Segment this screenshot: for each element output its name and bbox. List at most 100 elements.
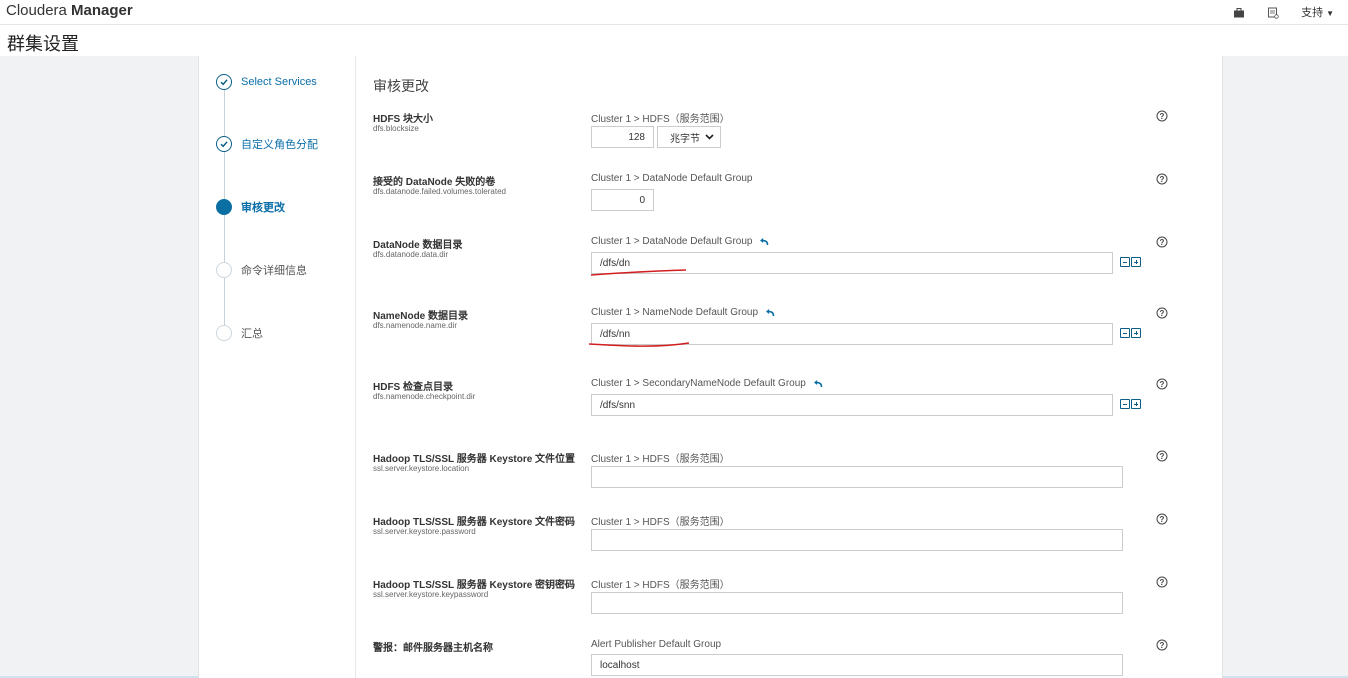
property-scope: Cluster 1 > HDFS（服务范围）: [591, 450, 730, 465]
property-key: ssl.server.keystore.keypassword: [373, 590, 489, 599]
scope-label: Cluster 1 > DataNode Default Group: [591, 173, 753, 184]
undo-arrow-icon[interactable]: [765, 308, 775, 318]
step-label: 自定义角色分配: [241, 139, 318, 151]
svg-text:?: ?: [1160, 641, 1165, 650]
help-circle-icon[interactable]: ?: [1156, 639, 1168, 651]
scope-label: Cluster 1 > HDFS（服务范围）: [591, 454, 730, 465]
caret-down-icon: ▼: [1326, 9, 1334, 18]
scope-label: Cluster 1 > DataNode Default Group: [591, 236, 753, 247]
brand-bold: Manager: [71, 2, 133, 19]
add-value-button[interactable]: [1131, 257, 1141, 267]
section-title: 审核更改: [373, 78, 429, 94]
help-circle-icon[interactable]: ?: [1156, 378, 1168, 390]
svg-text:?: ?: [1160, 309, 1165, 318]
app-logo[interactable]: Cloudera Manager: [6, 2, 133, 19]
minus-plus-icon: [1120, 257, 1141, 267]
red-underline-annotation: [590, 269, 687, 276]
property-scope: Cluster 1 > HDFS（服务范围）: [591, 513, 730, 528]
minus-plus-icon: [1120, 328, 1141, 338]
property-key: dfs.blocksize: [373, 124, 419, 133]
add-value-button[interactable]: [1131, 328, 1141, 338]
property-key: ssl.server.keystore.password: [373, 527, 476, 536]
checkpoint-dir-input[interactable]: /dfs/snn: [591, 394, 1113, 416]
svg-text:?: ?: [1160, 112, 1165, 121]
undo-arrow-icon[interactable]: [759, 237, 769, 247]
svg-text:?: ?: [1160, 452, 1165, 461]
empty-circle-icon: [216, 325, 232, 341]
help-circle-icon[interactable]: ?: [1156, 307, 1168, 319]
step-label: Select Services: [241, 76, 317, 88]
property-key: dfs.datanode.failed.volumes.tolerated: [373, 187, 506, 196]
property-title: Hadoop TLS/SSL 服务器 Keystore 文件密码: [373, 517, 576, 528]
user-notes-icon[interactable]: [1267, 6, 1279, 19]
help-circle-icon[interactable]: ?: [1156, 576, 1168, 588]
briefcase-icon[interactable]: [1233, 6, 1245, 18]
help-circle-icon[interactable]: ?: [1156, 450, 1168, 462]
mail-host-input[interactable]: localhost: [591, 654, 1123, 676]
property-title: 接受的 DataNode 失败的卷: [373, 177, 496, 188]
empty-circle-icon: [216, 262, 232, 278]
support-menu[interactable]: 支持 ▼: [1301, 4, 1334, 20]
add-value-button[interactable]: [1131, 399, 1141, 409]
page-title: 群集设置: [7, 34, 79, 54]
property-key: dfs.datanode.data.dir: [373, 250, 449, 259]
property-title: HDFS 块大小: [373, 114, 433, 125]
property-scope: Cluster 1 > DataNode Default Group: [591, 173, 752, 184]
svg-text:?: ?: [1160, 380, 1165, 389]
help-circle-icon[interactable]: ?: [1156, 513, 1168, 525]
scope-label: Alert Publisher Default Group: [591, 639, 722, 650]
help-circle-icon[interactable]: ?: [1156, 173, 1168, 185]
property-scope: Cluster 1 > DataNode Default Group: [591, 236, 769, 247]
keystore-password-input[interactable]: [591, 529, 1123, 551]
undo-arrow-icon[interactable]: [813, 379, 823, 389]
property-title: 警报：邮件服务器主机名称: [373, 643, 493, 654]
brand-light: Cloudera: [6, 2, 67, 19]
check-circle-icon: [216, 74, 232, 90]
keystore-location-input[interactable]: [591, 466, 1123, 488]
property-scope: Cluster 1 > HDFS（服务范围）: [591, 110, 730, 125]
property-scope: Alert Publisher Default Group: [591, 639, 721, 650]
step-role-assignment[interactable]: 自定义角色分配: [216, 136, 318, 152]
scope-label: Cluster 1 > HDFS（服务范围）: [591, 114, 730, 125]
property-title: HDFS 检查点目录: [373, 382, 453, 393]
step-summary: 汇总: [216, 325, 263, 341]
property-scope: Cluster 1 > SecondaryNameNode Default Gr…: [591, 378, 823, 389]
scope-label: Cluster 1 > HDFS（服务范围）: [591, 517, 730, 528]
remove-value-button[interactable]: [1120, 399, 1130, 409]
wizard-panel: Select Services 自定义角色分配 审核更改 命令详细信息 汇总 审…: [198, 56, 1223, 678]
property-scope: Cluster 1 > NameNode Default Group: [591, 307, 775, 318]
keystore-keypassword-input[interactable]: [591, 592, 1123, 614]
minus-plus-icon: [1120, 399, 1141, 409]
property-title: Hadoop TLS/SSL 服务器 Keystore 文件位置: [373, 454, 576, 465]
step-label: 命令详细信息: [241, 265, 307, 277]
current-step-dot-icon: [216, 199, 232, 215]
blocksize-unit-select[interactable]: 兆字节: [657, 126, 721, 148]
svg-text:?: ?: [1160, 515, 1165, 524]
top-bar: Cloudera Manager 支持 ▼: [0, 0, 1348, 25]
blocksize-input[interactable]: 128: [591, 126, 654, 148]
support-label: 支持: [1301, 7, 1324, 19]
step-command-details: 命令详细信息: [216, 262, 307, 278]
step-review-changes[interactable]: 审核更改: [216, 199, 285, 215]
step-select-services[interactable]: Select Services: [216, 74, 317, 90]
property-title: Hadoop TLS/SSL 服务器 Keystore 密钥密码: [373, 580, 576, 591]
unit-value: 兆字节: [670, 133, 700, 145]
remove-value-button[interactable]: [1120, 257, 1130, 267]
property-title: DataNode 数据目录: [373, 240, 463, 251]
remove-value-button[interactable]: [1120, 328, 1130, 338]
property-title: NameNode 数据目录: [373, 311, 469, 322]
scope-label: Cluster 1 > NameNode Default Group: [591, 307, 759, 318]
property-scope: Cluster 1 > HDFS（服务范围）: [591, 576, 730, 591]
top-right-nav: 支持 ▼: [1233, 4, 1334, 20]
failed-volumes-input[interactable]: 0: [591, 189, 654, 211]
scope-label: Cluster 1 > HDFS（服务范围）: [591, 580, 730, 591]
svg-text:?: ?: [1160, 175, 1165, 184]
help-circle-icon[interactable]: ?: [1156, 236, 1168, 248]
red-underline-annotation: [588, 342, 690, 347]
property-key: dfs.namenode.name.dir: [373, 321, 458, 330]
svg-text:?: ?: [1160, 238, 1165, 247]
property-key: dfs.namenode.checkpoint.dir: [373, 392, 476, 401]
step-label: 审核更改: [241, 202, 285, 214]
help-circle-icon[interactable]: ?: [1156, 110, 1168, 122]
step-label: 汇总: [241, 328, 263, 340]
